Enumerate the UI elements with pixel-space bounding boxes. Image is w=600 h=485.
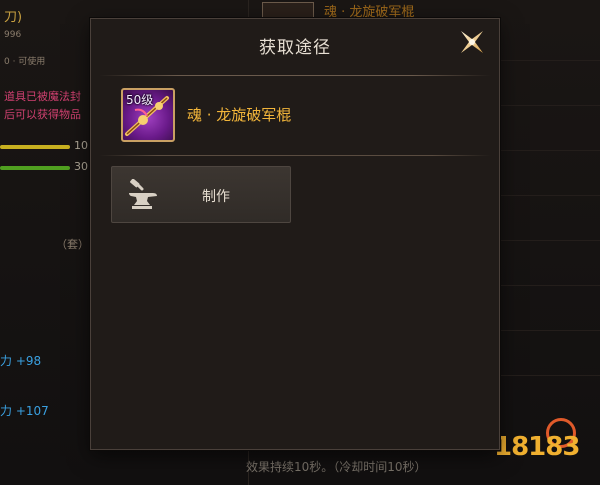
close-icon xyxy=(461,31,483,53)
background-effect-text: 效果持续10秒。（冷却时间10秒） xyxy=(246,460,427,474)
header-divider xyxy=(99,75,491,76)
item-name: 魂 · 龙旋破军棍 xyxy=(187,106,292,124)
watermark-text: 18183 xyxy=(494,432,580,462)
item-row: 50级 魂 · 龙旋破军棍 xyxy=(119,87,479,143)
tooltip-text: 力 +98 xyxy=(0,354,42,368)
dialog-header: 获取途径 xyxy=(91,19,499,77)
item-level-label: 50级 xyxy=(126,93,154,107)
tooltip-text: 996 xyxy=(4,30,22,40)
tooltip-text: （套） xyxy=(56,238,89,251)
tooltip-text: 刀) xyxy=(4,10,23,25)
item-divider xyxy=(99,155,491,156)
anvil-icon xyxy=(129,179,157,209)
background-rows xyxy=(498,60,600,420)
acquisition-dialog: 获取途径 50级 魂 · 龙旋破军棍 制作 xyxy=(90,18,500,450)
tooltip-text: 道具已被魔法封 xyxy=(4,90,81,103)
dialog-title: 获取途径 xyxy=(259,38,331,58)
exp-bar xyxy=(0,145,70,149)
item-tooltip-background: 刀) 996 0 · 可使用 道具已被魔法封 后可以获得物品 10 30 （套）… xyxy=(0,0,92,485)
craft-source-button[interactable]: 制作 xyxy=(111,166,291,223)
tooltip-text: 力 +107 xyxy=(0,404,49,418)
tooltip-text: 0 · 可使用 xyxy=(4,57,46,67)
exp-bar xyxy=(0,166,70,170)
tooltip-text: 30 xyxy=(74,160,88,173)
item-icon-slot[interactable]: 50级 xyxy=(121,88,175,142)
craft-source-label: 制作 xyxy=(202,189,230,205)
close-button[interactable] xyxy=(455,25,489,59)
tooltip-text: 10 xyxy=(74,139,88,152)
background-level-badge xyxy=(262,2,314,18)
tooltip-text: 后可以获得物品 xyxy=(4,108,81,121)
watermark-logo: 18183 xyxy=(494,418,594,468)
